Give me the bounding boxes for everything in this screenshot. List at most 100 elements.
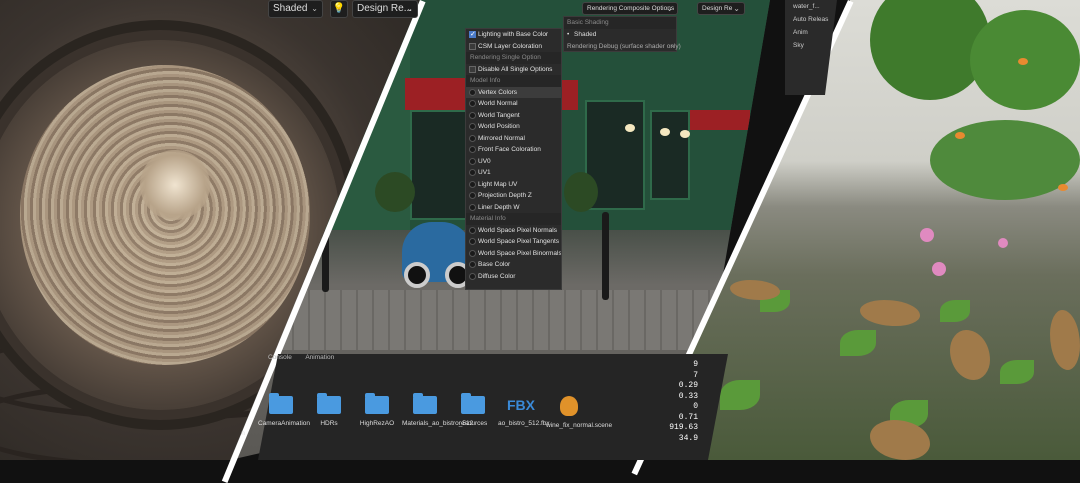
checkbox-icon[interactable] xyxy=(469,65,476,73)
menu-item[interactable]: Diffuse Color xyxy=(466,271,561,283)
rendering-composite-value: Rendering Composite Options xyxy=(587,5,675,12)
dry-leaf xyxy=(950,330,990,380)
menu-item[interactable]: Mirrored Normal xyxy=(466,133,561,145)
hanging-lamp xyxy=(680,130,690,138)
design-resolution-small-value: Design Re xyxy=(702,5,733,12)
menu-item-label: Rendering Debug (surface shader only) xyxy=(567,43,681,50)
menu-item[interactable]: World Position xyxy=(466,121,561,133)
design-resolution-select-small[interactable]: Design Re ⌄ xyxy=(697,2,745,15)
rendering-composite-select[interactable]: Rendering Composite Options ⌄ xyxy=(582,2,678,15)
shop-window xyxy=(410,110,470,220)
scene-file-icon xyxy=(560,396,578,416)
menu-item[interactable]: CSM Layer Coloration xyxy=(466,41,561,53)
checkbox-icon[interactable] xyxy=(469,42,476,50)
shading-mode-select[interactable]: Shaded ⌄ xyxy=(268,0,323,18)
menu-item-label: Shaded xyxy=(574,31,597,38)
hanging-lamp xyxy=(625,124,635,132)
menu-item-label: Diffuse Color xyxy=(478,272,516,280)
leaf xyxy=(720,380,760,410)
stat-value: 0.29 xyxy=(678,381,698,390)
inspector-item[interactable]: Auto Releas xyxy=(785,13,837,26)
inspector-item[interactable]: water_f... xyxy=(785,0,837,13)
potted-plant xyxy=(375,172,415,212)
menu-section: Rendering Single Option xyxy=(466,52,561,64)
asset-item[interactable]: FBX ao_bistro_512.fbx xyxy=(498,396,550,428)
radio-icon[interactable] xyxy=(469,134,476,142)
radio-icon[interactable] xyxy=(469,123,476,130)
asset-label: HDRs xyxy=(320,420,338,427)
menu-item-label: World Tangent xyxy=(478,111,520,119)
menu-item[interactable]: Base Color xyxy=(466,259,561,271)
asset-label: ao_bistro_512.fbx xyxy=(498,420,550,427)
asset-item[interactable]: CameraAnimation xyxy=(258,393,310,428)
dry-leaf xyxy=(1050,310,1080,370)
stat-value: 0 xyxy=(693,402,698,411)
shop-window xyxy=(650,110,690,200)
composite-options-menu: Basic Shading • Shaded Rendering Debug (… xyxy=(563,16,681,53)
design-resolution-value: Design Re... xyxy=(357,3,413,14)
menu-item[interactable]: World Normal xyxy=(466,98,561,110)
red-awning xyxy=(690,110,750,130)
asset-item[interactable]: wine_fix_normal.scene xyxy=(546,396,612,430)
tab-animation[interactable]: Animation xyxy=(305,354,334,361)
menu-item[interactable]: Lighting with Base Color xyxy=(466,29,561,41)
menu-item[interactable]: World Space Pixel Normals xyxy=(466,225,561,237)
tab-console[interactable]: Console xyxy=(268,354,292,361)
menu-item[interactable]: Disable All Single Options xyxy=(466,64,561,76)
menu-item[interactable]: Projection Depth Z xyxy=(466,190,561,202)
butterfly xyxy=(1018,58,1028,65)
hanging-lamp xyxy=(660,128,670,136)
chevron-down-icon: ⌄ xyxy=(406,4,413,13)
chevron-down-icon: ⌄ xyxy=(666,4,673,13)
radio-icon[interactable] xyxy=(469,88,476,96)
menu-item[interactable]: World Space Pixel Tangents xyxy=(466,236,561,248)
lightbulb-icon-button[interactable]: 💡 xyxy=(330,0,348,18)
asset-item[interactable]: Materials_ao_bistro_512 xyxy=(402,393,473,428)
chevron-down-icon: ⌄ xyxy=(311,4,318,13)
menu-item-label: Model Info xyxy=(470,77,501,84)
menu-item[interactable]: World Space Pixel Binormals xyxy=(466,248,561,260)
menu-item[interactable]: World Tangent xyxy=(466,110,561,122)
design-resolution-select[interactable]: Design Re... ⌄ xyxy=(352,0,418,18)
stat-value: 7 xyxy=(693,370,698,380)
menu-item-label: World Position xyxy=(478,123,520,130)
radio-icon[interactable] xyxy=(469,180,476,188)
radio-icon[interactable] xyxy=(469,238,476,245)
radio-icon[interactable] xyxy=(469,226,476,234)
radio-icon[interactable] xyxy=(469,203,476,211)
radio-icon[interactable] xyxy=(469,169,476,176)
menu-item[interactable]: Front Face Coloration xyxy=(466,144,561,156)
menu-item[interactable]: Light Map UV xyxy=(466,179,561,191)
asset-item[interactable]: n xyxy=(236,430,250,438)
menu-item[interactable]: Vertex Colors xyxy=(466,86,561,98)
checkbox-checked-icon[interactable] xyxy=(469,29,476,41)
radio-icon[interactable] xyxy=(469,146,476,153)
stat-value: 9 xyxy=(693,360,698,369)
menu-item-label: Front Face Coloration xyxy=(478,146,541,153)
stat-value: 0.33 xyxy=(678,391,698,401)
radio-icon[interactable] xyxy=(469,100,476,107)
inspector-item[interactable]: Sky xyxy=(785,39,837,52)
asset-item[interactable]: resources xyxy=(450,393,496,428)
menu-item-label: World Space Pixel Tangents xyxy=(478,238,560,245)
asset-item[interactable]: HighRezAO xyxy=(354,393,400,428)
menu-item[interactable]: UV0 xyxy=(466,156,561,168)
dry-leaf xyxy=(730,280,780,300)
metal-knob-highlight xyxy=(140,150,210,220)
inspector-item[interactable]: Anim xyxy=(785,26,837,39)
asset-item[interactable]: HDRs xyxy=(306,393,352,428)
lightbulb-icon: 💡 xyxy=(332,3,346,14)
menu-item-shaded[interactable]: • Shaded xyxy=(564,29,676,41)
radio-icon[interactable] xyxy=(469,261,476,268)
radio-icon[interactable] xyxy=(469,111,476,119)
radio-icon[interactable] xyxy=(469,272,476,280)
menu-item[interactable]: UV1 xyxy=(466,167,561,179)
menu-item-rendering-debug[interactable]: Rendering Debug (surface shader only) › xyxy=(564,41,681,53)
radio-icon[interactable] xyxy=(469,249,476,257)
folder-icon xyxy=(413,393,437,414)
cobblestone-street xyxy=(230,290,770,350)
fbx-file-icon: FBX xyxy=(507,397,535,413)
radio-icon[interactable] xyxy=(469,192,476,199)
radio-icon[interactable] xyxy=(469,157,476,165)
menu-item[interactable]: Liner Depth W xyxy=(466,202,561,214)
